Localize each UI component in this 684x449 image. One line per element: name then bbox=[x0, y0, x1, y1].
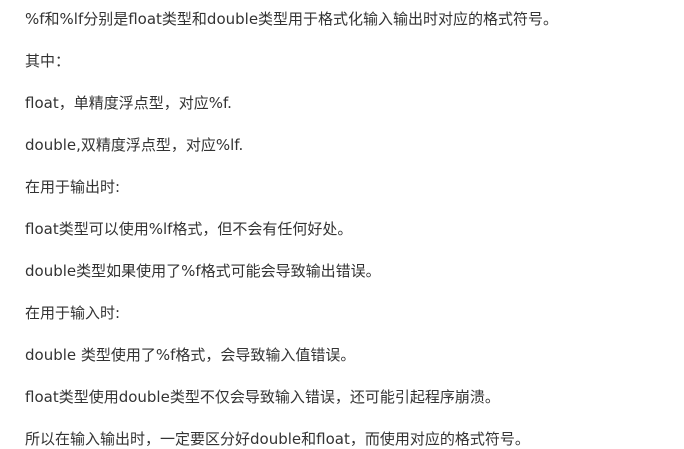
paragraph-input-float: float类型使用double类型不仅会导致输入错误，还可能引起程序崩溃。 bbox=[25, 388, 500, 406]
paragraph-double-def: double,双精度浮点型，对应%lf. bbox=[25, 136, 244, 154]
paragraph-conclusion: 所以在输入输出时，一定要区分好double和float，而使用对应的格式符号。 bbox=[25, 430, 530, 448]
paragraph-input-heading: 在用于输入时: bbox=[25, 304, 121, 322]
paragraph-among: 其中： bbox=[25, 52, 71, 70]
paragraph-intro: %f和%lf分别是float类型和double类型用于格式化输入输出时对应的格式… bbox=[25, 10, 559, 28]
paragraph-float-def: float，单精度浮点型，对应%f. bbox=[25, 94, 232, 112]
paragraph-output-double: double类型如果使用了%f格式可能会导致输出错误。 bbox=[25, 262, 381, 280]
paragraph-output-heading: 在用于输出时: bbox=[25, 178, 121, 196]
paragraph-input-double: double 类型使用了%f格式，会导致输入值错误。 bbox=[25, 346, 356, 364]
paragraph-output-float: float类型可以使用%lf格式，但不会有任何好处。 bbox=[25, 220, 353, 238]
article-body: %f和%lf分别是float类型和double类型用于格式化输入输出时对应的格式… bbox=[25, 9, 675, 449]
